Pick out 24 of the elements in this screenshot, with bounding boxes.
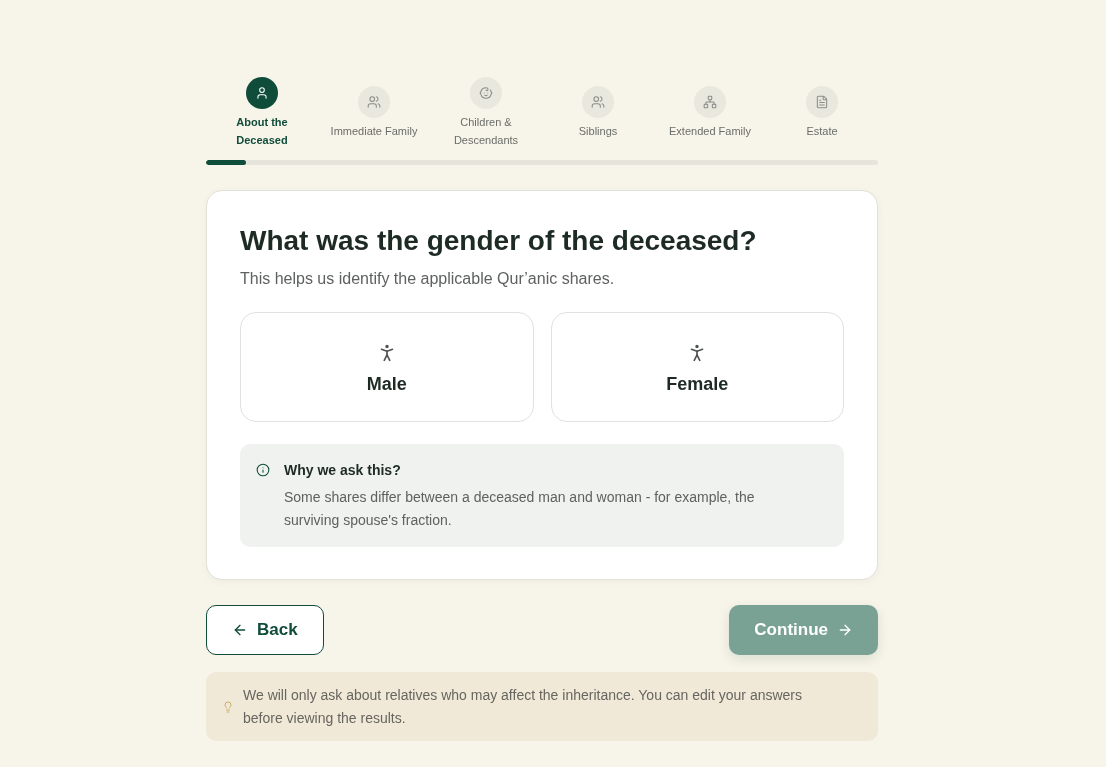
step-tab[interactable]: Extended Family [654, 86, 766, 140]
user-icon [246, 77, 278, 109]
baby-icon [470, 77, 502, 109]
question-subtitle: This helps us identify the applicable Qur’anic shares. [240, 269, 616, 289]
arrow-left-icon [232, 622, 248, 638]
step-tab[interactable]: Immediate Family [318, 86, 430, 140]
gender-option[interactable]: Male [240, 312, 534, 422]
step-tab[interactable]: Children & Descendants [430, 77, 542, 149]
document-icon [806, 86, 838, 118]
tip-text: We will only ask about relatives who may affect the inheritance. You can edit your answers before viewing the results. [243, 686, 803, 728]
network-icon [694, 86, 726, 118]
info-title: Why we ask this? [284, 461, 402, 480]
step-tab[interactable]: Estate [766, 86, 878, 140]
back-button[interactable]: Back [206, 605, 324, 655]
step-tab[interactable]: About the Deceased [206, 77, 318, 149]
arrow-right-icon [837, 622, 853, 638]
users-icon [358, 86, 390, 118]
step-tab[interactable]: Siblings [542, 86, 654, 140]
question-title: What was the gender of the deceased? [240, 224, 758, 258]
info-text: Some shares differ between a deceased man and woman - for example, the surviving spouse's fraction. [284, 488, 756, 530]
users-icon [582, 86, 614, 118]
info-icon [256, 463, 270, 477]
gender-option[interactable]: Female [550, 312, 844, 422]
lightbulb-icon [222, 701, 234, 713]
